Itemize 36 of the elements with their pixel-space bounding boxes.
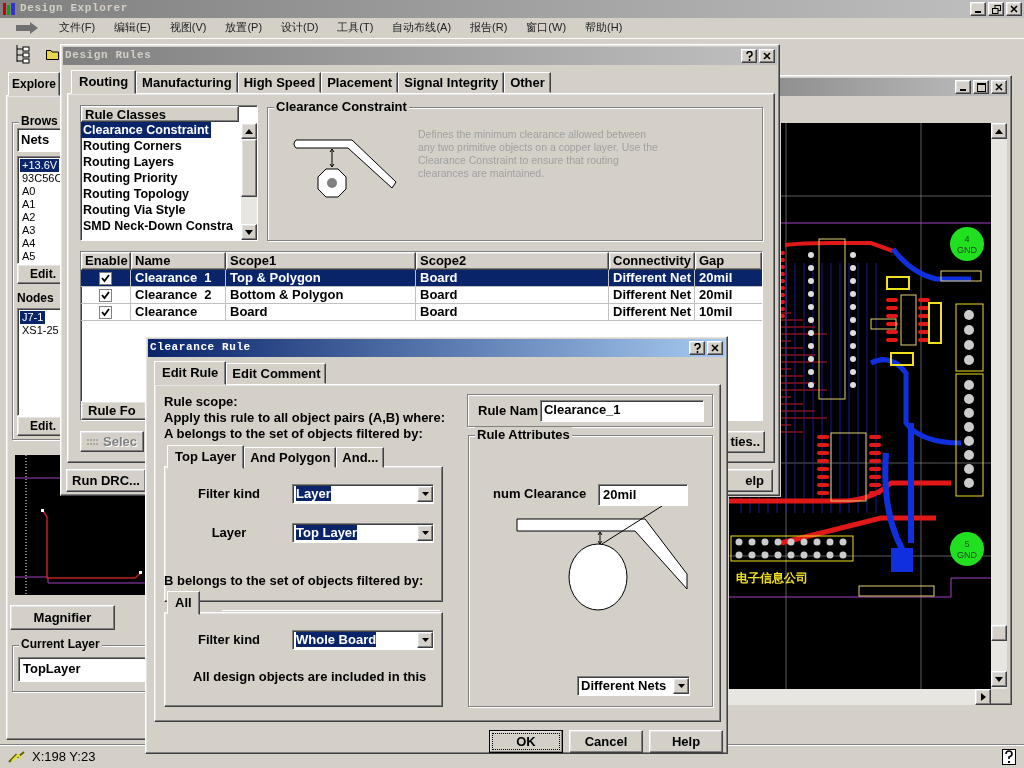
pad-number: 5 — [964, 539, 970, 549]
table-cell: Top & Polygon — [226, 270, 416, 287]
dialog-title: Design Rules — [65, 49, 152, 63]
silkscreen-text: 电子信息公司 — [736, 571, 808, 585]
group-label: Current Layer — [19, 637, 102, 652]
table-cell: Board — [416, 270, 609, 287]
table-cell: 20mil — [695, 270, 762, 287]
field-label: Filter kind — [196, 486, 262, 502]
pad-number: 4 — [964, 234, 970, 244]
field-label: Filter kind — [196, 632, 262, 648]
table-cell: Board — [226, 304, 416, 321]
table-cell: Board — [416, 287, 609, 304]
field-label: num Clearance — [493, 486, 587, 502]
table-cell: Bottom & Polygon — [226, 287, 416, 304]
table-cell: Clearance 2 — [131, 287, 226, 304]
table-cell: Clearance 1 — [131, 270, 226, 287]
table-cell: Board — [416, 304, 609, 321]
window-title: Design Explorer — [20, 2, 129, 16]
cursor-coordinates: X:198 Y:23 — [32, 748, 96, 765]
table-cell: Different Net — [609, 270, 695, 287]
table-cell: 10mil — [695, 304, 762, 321]
field-label: Rule Nam — [478, 402, 538, 419]
table-cell: Clearance — [131, 304, 226, 321]
table-cell: 20mil — [695, 287, 762, 304]
dialog-title: Clearance Rule — [150, 341, 251, 355]
filter-note: All design objects are included in this — [193, 669, 427, 685]
pad-net-label: GND — [957, 245, 977, 255]
field-label: Layer — [210, 525, 248, 541]
nodes-label: Nodes — [17, 291, 54, 306]
table-cell: Different Net — [609, 287, 695, 304]
scope-text: Rule scope: — [164, 394, 239, 410]
scope-text: Apply this rule to all object pairs (A,B) where: — [164, 410, 445, 426]
filter-heading: B belongs to the set of objects filtered by: — [164, 573, 424, 589]
scope-text: A belongs to the set of objects filtered by: — [164, 426, 424, 442]
pad-net-label: GND — [957, 550, 977, 560]
table-cell: Different Net — [609, 304, 695, 321]
